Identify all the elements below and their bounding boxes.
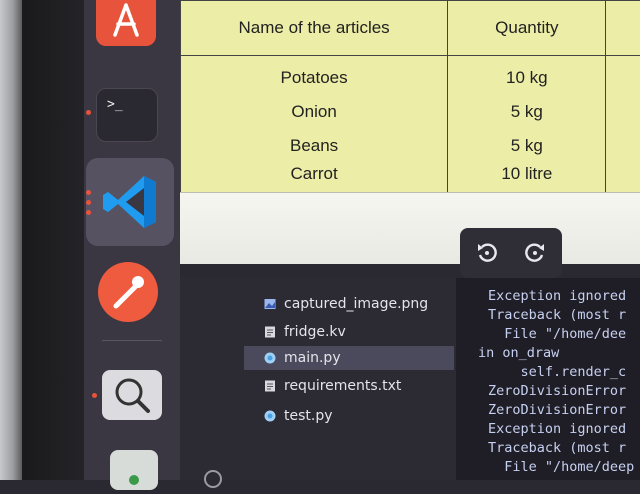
cell-extra xyxy=(605,129,640,163)
paper-area xyxy=(180,192,640,264)
terminal-line: Traceback (most r xyxy=(488,440,627,456)
image-icon xyxy=(264,299,276,309)
running-indicator xyxy=(86,110,91,115)
file-item[interactable]: test.py xyxy=(244,404,454,428)
dock-separator xyxy=(102,340,162,341)
cell-quantity: 10 kg xyxy=(447,55,607,95)
terminal-line: ZeroDivisionError xyxy=(488,402,627,418)
terminal-prompt-icon: >_ xyxy=(107,97,123,112)
cell-quantity: 5 kg xyxy=(447,95,607,129)
image-viewer: Name of the articles Quantity Potatoes 1… xyxy=(180,0,640,264)
file-name: test.py xyxy=(284,408,333,424)
cell-article: Onion xyxy=(180,95,449,129)
file-item[interactable]: fridge.kv xyxy=(244,320,454,344)
python-icon xyxy=(264,410,276,422)
terminal-output[interactable]: Exception ignored Traceback (most r File… xyxy=(456,278,640,480)
vscode-icon[interactable] xyxy=(98,170,162,234)
grocery-table: Name of the articles Quantity Potatoes 1… xyxy=(180,0,640,204)
running-indicator xyxy=(86,200,91,205)
header-article-name: Name of the articles xyxy=(180,0,449,56)
text-file-icon xyxy=(265,380,275,392)
app-launcher[interactable] xyxy=(110,450,158,490)
file-name: main.py xyxy=(284,350,341,366)
terminal-line: File "/home/dee xyxy=(488,326,627,342)
app-center-launcher[interactable] xyxy=(96,0,156,46)
file-name: fridge.kv xyxy=(284,324,346,340)
postman-icon xyxy=(113,276,144,309)
file-explorer: captured_image.png fridge.kv main.py req… xyxy=(180,278,456,488)
rotate-toolbar xyxy=(460,228,562,278)
running-indicator xyxy=(92,393,97,398)
terminal-line: Traceback (most r xyxy=(488,307,627,323)
cell-extra xyxy=(605,55,640,95)
running-indicator xyxy=(86,210,91,215)
header-extra xyxy=(605,0,640,56)
header-quantity: Quantity xyxy=(447,0,607,56)
image-viewer-launcher[interactable] xyxy=(102,370,162,420)
terminal-line: self.render_c xyxy=(488,364,627,380)
settings-gear-icon[interactable] xyxy=(202,468,224,490)
file-item-selected[interactable]: main.py xyxy=(244,346,454,370)
postman-launcher[interactable] xyxy=(98,262,158,322)
cell-extra xyxy=(605,95,640,129)
python-icon xyxy=(264,352,276,364)
magnifier-icon xyxy=(115,378,150,413)
cell-article: Beans xyxy=(180,129,449,163)
cell-quantity: 5 kg xyxy=(447,129,607,163)
running-indicator xyxy=(86,190,91,195)
file-item[interactable]: requirements.txt xyxy=(244,374,454,398)
terminal-line: Exception ignored xyxy=(488,288,627,304)
screen-edge xyxy=(0,0,22,480)
app-center-icon xyxy=(113,3,139,37)
file-name: requirements.txt xyxy=(284,378,402,394)
terminal-line: ZeroDivisionError xyxy=(488,383,627,399)
terminal-line: File "/home/deep xyxy=(488,459,635,475)
terminal-line: Exception ignored xyxy=(488,421,627,437)
dock: >_ xyxy=(84,0,180,490)
terminal-line: in on_draw xyxy=(478,345,560,361)
app-icon xyxy=(129,475,139,485)
rotate-left-icon[interactable] xyxy=(474,240,500,266)
cell-article: Potatoes xyxy=(180,55,449,95)
file-name: captured_image.png xyxy=(284,296,429,312)
monitor-bezel xyxy=(22,0,84,480)
text-file-icon xyxy=(265,326,275,338)
file-item[interactable]: captured_image.png xyxy=(244,292,454,316)
terminal-launcher[interactable]: >_ xyxy=(96,88,158,142)
rotate-right-icon[interactable] xyxy=(522,240,548,266)
